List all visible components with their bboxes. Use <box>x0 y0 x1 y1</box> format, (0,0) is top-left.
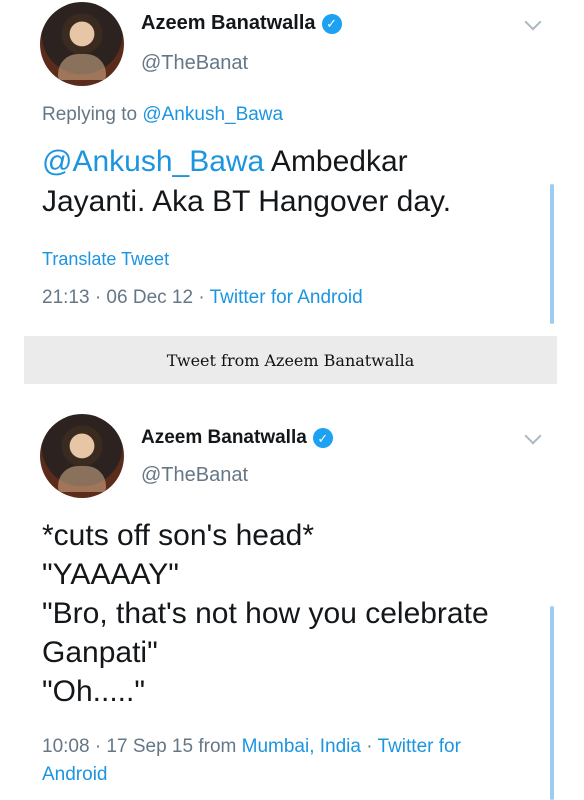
tweet-1: Azeem Banatwalla ✓ @TheBanat Replying to… <box>0 0 584 330</box>
meta-separator: · <box>360 736 378 757</box>
chevron-down-icon[interactable] <box>524 13 542 31</box>
avatar[interactable] <box>40 2 124 86</box>
timestamp[interactable]: 21:13 · 06 Dec 12 · <box>42 287 210 308</box>
tweet-text: @Ankush_Bawa Ambedkar Jayanti. Aka BT Ha… <box>42 142 451 222</box>
author-name-text[interactable]: Azeem Banatwalla <box>141 427 307 449</box>
verified-badge-icon: ✓ <box>312 428 333 448</box>
verified-badge-icon: ✓ <box>321 13 342 34</box>
tweet-text-line2: Jayanti. Aka BT Hangover day. <box>42 185 452 218</box>
tweet-text-line: Ganpati" <box>42 636 158 669</box>
replying-prefix: Replying to <box>42 104 138 125</box>
location-link[interactable]: Mumbai, India <box>242 736 361 757</box>
tweet-text-line: "Oh....." <box>42 675 145 708</box>
tweet-text-line: "YAAAAY" <box>42 558 179 591</box>
source-link[interactable]: Twitter for <box>378 736 461 757</box>
tweet-meta: 21:13 · 06 Dec 12 · Twitter for Android <box>42 285 363 311</box>
tweet-text-line1: Ambedkar <box>264 145 408 178</box>
tweet-text: *cuts off son's head* "YAAAAY" "Bro, tha… <box>42 516 489 711</box>
tweet-text-line: *cuts off son's head* <box>42 519 315 552</box>
author-handle[interactable]: @TheBanat <box>141 52 248 75</box>
tweet-text-line: "Bro, that's not how you celebrate <box>42 597 489 630</box>
caption-bar: Tweet from Azeem Banatwalla <box>24 336 557 384</box>
timestamp[interactable]: 10:08 · 17 Sep 15 from <box>42 736 242 757</box>
replying-to: Replying to @Ankush_Bawa <box>42 104 283 126</box>
scrollbar[interactable] <box>550 606 554 800</box>
scrollbar[interactable] <box>550 184 554 324</box>
source-link-continued[interactable]: Android <box>42 762 542 788</box>
author-name[interactable]: Azeem Banatwalla ✓ <box>141 427 333 449</box>
author-name[interactable]: Azeem Banatwalla ✓ <box>141 12 342 35</box>
mention-link[interactable]: @Ankush_Bawa <box>42 145 264 178</box>
translate-tweet-link[interactable]: Translate Tweet <box>42 249 169 270</box>
source-link[interactable]: Twitter for Android <box>210 287 363 308</box>
caption-text: Tweet from Azeem Banatwalla <box>166 350 415 370</box>
replying-to-link[interactable]: @Ankush_Bawa <box>142 104 283 125</box>
avatar[interactable] <box>40 414 124 498</box>
tweet-2: Azeem Banatwalla ✓ @TheBanat *cuts off s… <box>0 400 584 800</box>
tweet-meta: 10:08 · 17 Sep 15 from Mumbai, India · T… <box>42 734 542 788</box>
author-name-text[interactable]: Azeem Banatwalla <box>141 12 316 35</box>
author-handle[interactable]: @TheBanat <box>141 464 248 487</box>
chevron-down-icon[interactable] <box>524 427 542 445</box>
